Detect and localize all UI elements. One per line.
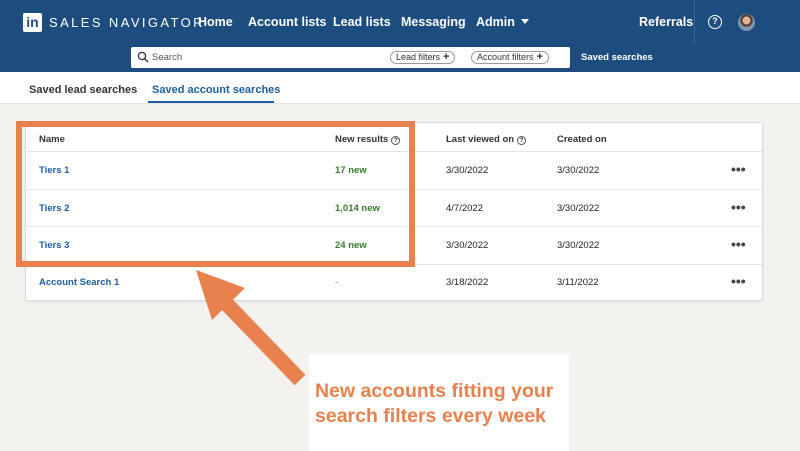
annotation-callout: New accounts fitting your search filters… [309,354,569,451]
annotation-callout-text: New accounts fitting your search filters… [315,379,569,429]
callout-line: search filters every week [315,405,546,427]
callout-line: New accounts fitting your [315,380,554,402]
